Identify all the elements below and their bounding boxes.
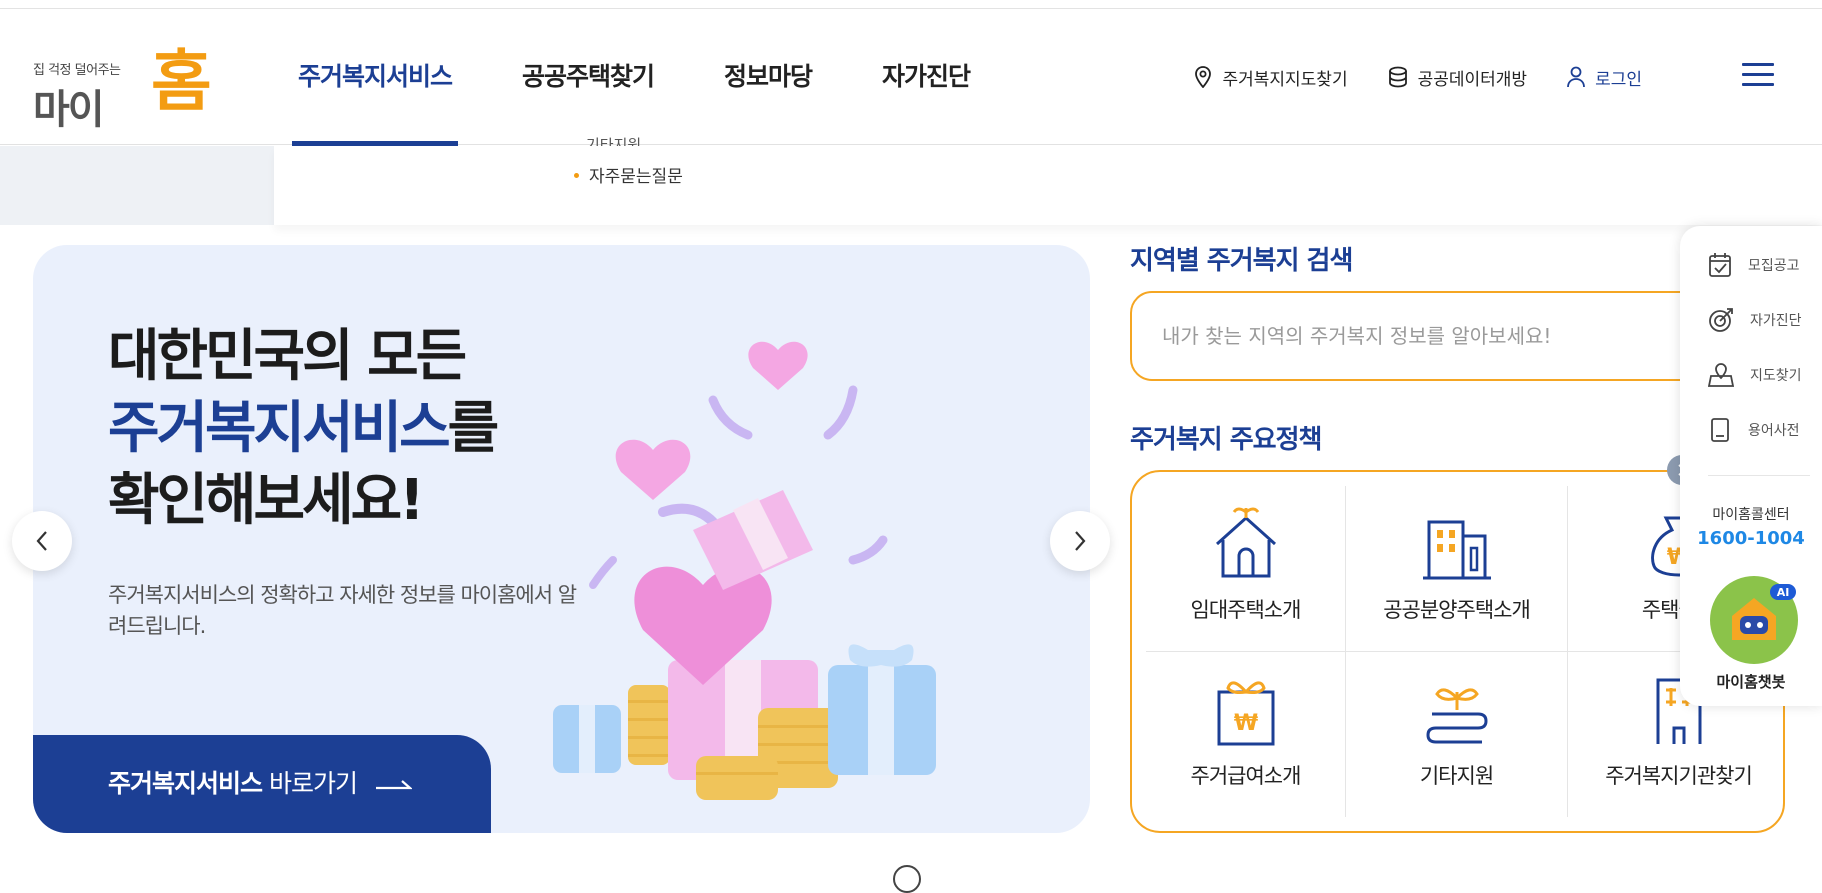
location-pin-icon	[1195, 66, 1212, 88]
policy-housing-benefit-label: 주거급여소개	[1190, 764, 1302, 788]
scroll-indicator[interactable]	[893, 865, 921, 893]
policy-rental-housing-label: 임대주택소개	[1190, 598, 1302, 622]
logo-tagline: 집 걱정 덜어주는	[33, 63, 121, 78]
open-data-link[interactable]: 공공데이터개방	[1388, 65, 1527, 90]
main-nav: 주거복지서비스 공공주택찾기 정보마당 자가진단	[291, 9, 1040, 146]
quick-menu-self-check[interactable]: 자가진단	[1708, 305, 1802, 335]
calendar-check-icon	[1709, 253, 1731, 277]
quick-menu-glossary-label: 용어사전	[1748, 423, 1800, 439]
nav-item-housing-welfare[interactable]: 주거복지서비스	[291, 9, 459, 146]
map-search-label: 주거복지지도찾기	[1222, 69, 1348, 90]
utility-links: 주거복지지도찾기 공공데이터개방 로그인	[1154, 9, 1642, 145]
submenu-item-cut[interactable]: 기타지원	[586, 134, 641, 146]
banner-line2: 주거복지서비스를	[108, 393, 500, 465]
book-icon	[1711, 418, 1729, 442]
chevron-right-icon	[1075, 531, 1086, 551]
policy-public-sale-housing[interactable]: 공공분양주택소개	[1346, 486, 1568, 652]
map-search-link[interactable]: 주거복지지도찾기	[1194, 65, 1348, 90]
arrow-right-icon	[375, 780, 412, 790]
policy-rental-housing[interactable]: 임대주택소개	[1146, 486, 1346, 652]
quick-menu-map[interactable]: 지도찾기	[1708, 360, 1802, 390]
banner-line3: 확인해보세요!	[108, 468, 425, 533]
quick-menu-glossary[interactable]: 용어사전	[1708, 415, 1800, 445]
nav-item-self-check[interactable]: 자가진단	[882, 9, 971, 145]
house-icon	[1215, 507, 1276, 578]
chatbot-icon: AI	[1732, 584, 1796, 640]
quick-menu: 모집공고 자가진단 지도찾기 용어사전 마이홈콜센터 1600-1004 AI …	[1680, 226, 1822, 706]
building-icon	[1422, 520, 1491, 580]
map-icon	[1708, 363, 1734, 387]
logo[interactable]: 집 걱정 덜어주는 마이 홈	[33, 41, 212, 134]
call-center-number[interactable]: 1600-1004	[1680, 528, 1822, 549]
quick-menu-self-check-label: 자가진단	[1750, 313, 1802, 329]
policy-institution-search-label: 주거복지기관찾기	[1605, 764, 1753, 788]
policy-other-support-label: 기타지원	[1419, 764, 1494, 788]
banner-headline: 대한민국의 모든 주거복지서비스를 확인해보세요!	[108, 321, 500, 537]
housing-welfare-go-button[interactable]: 주거복지서비스 바로가기	[33, 735, 491, 833]
chatbot-label: 마이홈챗봇	[1716, 673, 1786, 691]
submenu-left-panel	[0, 146, 274, 225]
gift-won-icon: ₩	[1217, 681, 1274, 746]
database-icon	[1388, 66, 1407, 88]
submenu-item-faq[interactable]: 자주묻는질문	[574, 162, 683, 187]
quick-menu-recruit[interactable]: 모집공고	[1708, 250, 1800, 280]
policy-public-sale-housing-label: 공공분양주택소개	[1383, 598, 1531, 622]
logo-name-part2: 홈	[151, 43, 212, 120]
quick-menu-divider	[1708, 475, 1810, 476]
submenu-panel	[274, 146, 1822, 225]
policy-other-support[interactable]: 기타지원	[1346, 652, 1568, 817]
region-search-input[interactable]	[1162, 324, 1722, 348]
login-label: 로그인	[1595, 69, 1642, 90]
chevron-left-icon	[36, 531, 47, 551]
site-header: 집 걱정 덜어주는 마이 홈 주거복지서비스 공공주택찾기 정보마당 자가진단 …	[0, 9, 1822, 146]
chatbot-button[interactable]: AI	[1710, 576, 1798, 664]
banner-line2-rest: 를	[447, 396, 500, 461]
nav-item-info[interactable]: 정보마당	[724, 9, 813, 145]
hamburger-icon[interactable]	[1742, 63, 1774, 89]
policy-housing-benefit[interactable]: ₩ 주거급여소개	[1146, 652, 1346, 817]
login-link[interactable]: 로그인	[1567, 65, 1642, 90]
go-button-rest: 바로가기	[262, 769, 358, 798]
banner-description: 주거복지서비스의 정확하고 자세한 정보를 마이홈에서 알려드립니다.	[108, 583, 577, 638]
top-strip	[0, 0, 1822, 9]
user-icon	[1567, 66, 1585, 88]
banner-next-button[interactable]	[1050, 511, 1110, 571]
banner-line2-highlight: 주거복지서비스	[108, 396, 451, 461]
open-data-label: 공공데이터개방	[1417, 69, 1528, 90]
chatbot-badge: AI	[1777, 586, 1790, 599]
svg-text:₩: ₩	[1233, 711, 1257, 736]
quick-menu-map-label: 지도찾기	[1750, 368, 1802, 384]
main-banner: 대한민국의 모든 주거복지서비스를 확인해보세요! 주거복지서비스의 정확하고 …	[33, 245, 1090, 833]
sprout-icon	[1425, 688, 1488, 744]
go-button-bold: 주거복지서비스	[108, 769, 263, 798]
call-center-label: 마이홈콜센터	[1712, 507, 1790, 523]
gift-box-illustration	[553, 341, 936, 800]
nav-item-public-housing[interactable]: 공공주택찾기	[522, 9, 655, 145]
banner-line1: 대한민국의 모든	[108, 324, 467, 389]
banner-prev-button[interactable]	[12, 511, 72, 571]
quick-menu-recruit-label: 모집공고	[1748, 258, 1800, 274]
logo-name-part1: 마이	[33, 87, 105, 133]
target-icon	[1709, 308, 1733, 332]
